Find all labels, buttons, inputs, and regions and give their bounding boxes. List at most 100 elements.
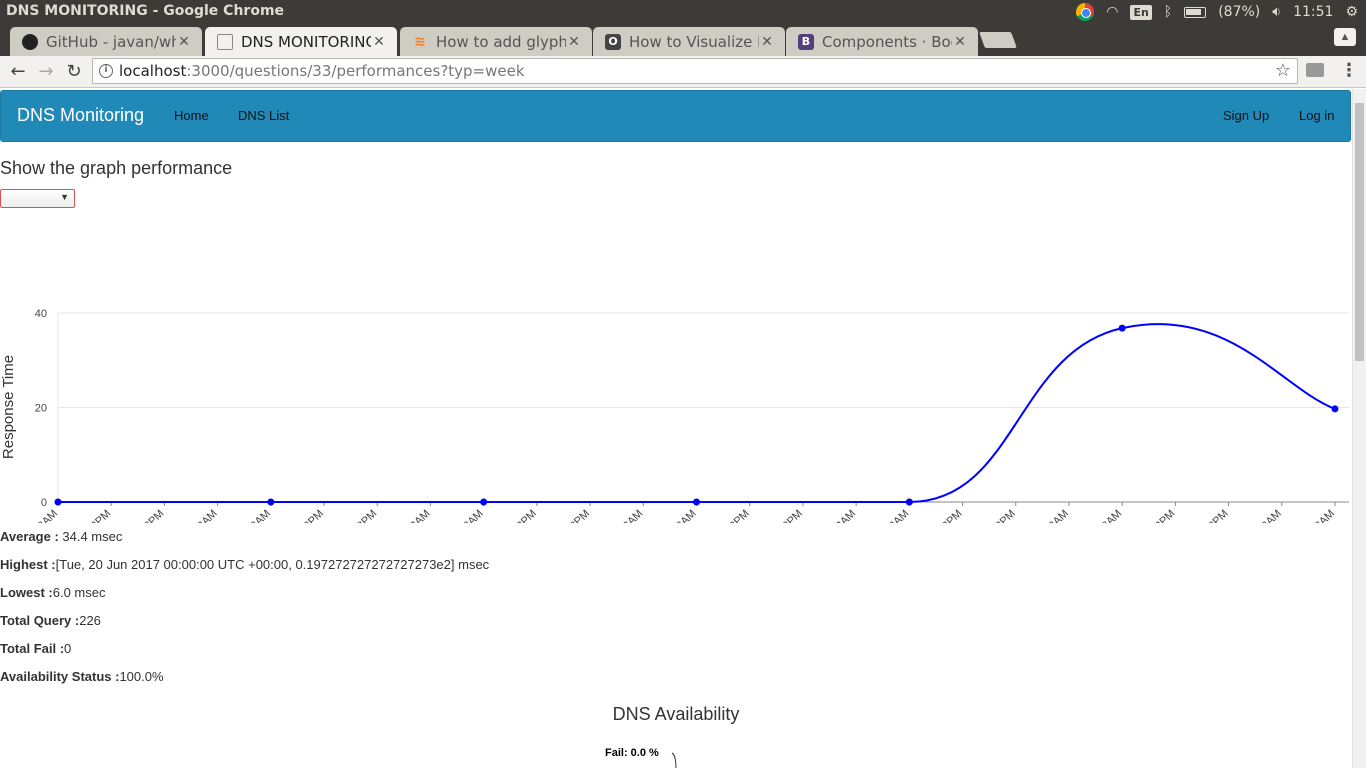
x-tick-label: Jun 18, 2PM — [913, 508, 965, 523]
x-tick-label: Jun 17, 2PM — [700, 508, 752, 523]
x-tick-label: Jun 18, 8PM — [966, 508, 1018, 523]
chrome-icon[interactable] — [1076, 3, 1095, 21]
page-viewport: DNS Monitoring Home DNS List Sign Up Log… — [0, 89, 1352, 768]
y-tick-label: 0 — [41, 497, 47, 509]
y-tick-label: 40 — [35, 308, 47, 320]
tab-title: GitHub - javan/whe — [46, 32, 176, 51]
x-tick-label: Jun 15, 2AM — [168, 508, 220, 523]
browser-tab[interactable]: GitHub - javan/whe ✕ — [10, 27, 202, 56]
wifi-icon[interactable]: ◠ — [1106, 4, 1118, 20]
nav-link-sign-up[interactable]: Sign Up — [1223, 108, 1269, 123]
stat-total-fail: Total Fail :0 — [0, 641, 71, 656]
close-tab-icon[interactable]: ✕ — [759, 34, 775, 50]
bootstrap-icon: B — [798, 33, 814, 50]
x-tick-label: Jun 19, 8AM — [1072, 508, 1124, 523]
stat-value: 100.0% — [119, 669, 164, 684]
close-tab-icon[interactable]: ✕ — [952, 34, 968, 50]
x-tick-label: Jun 16, 2PM — [487, 508, 539, 523]
battery-icon[interactable] — [1184, 6, 1207, 18]
clock[interactable]: 11:51 — [1293, 4, 1333, 20]
availability-chart-title: DNS Availability — [612, 704, 740, 724]
x-tick-label: Jun 16, 8PM — [540, 508, 592, 523]
reload-icon[interactable]: ↻ — [62, 60, 86, 84]
stat-value: 226 — [79, 613, 101, 628]
close-tab-icon[interactable]: ✕ — [371, 34, 387, 50]
browser-tab-active[interactable]: DNS MONITORING ✕ — [205, 27, 397, 56]
period-select[interactable]: ▼ — [0, 189, 75, 208]
x-tick-label: Jun 17, 8PM — [753, 508, 805, 523]
settings-gear-icon[interactable]: ⚙ — [1345, 4, 1358, 20]
new-tab-button[interactable] — [979, 32, 1017, 48]
address-bar[interactable]: i localhost:3000/questions/33/performanc… — [92, 58, 1298, 84]
profile-icon[interactable]: ▲ — [1334, 28, 1356, 46]
page-heading: Show the graph performance — [0, 158, 233, 178]
forward-arrow-icon[interactable]: → — [34, 60, 58, 84]
browser-tab[interactable]: O How to Visualize D ✕ — [593, 27, 785, 56]
stat-label: Total Query : — [0, 613, 80, 628]
scrollbar-thumb[interactable] — [1355, 103, 1364, 361]
bookmark-star-icon[interactable]: ☆ — [1275, 59, 1291, 83]
x-tick-label: Jun 18, 8AM — [859, 508, 911, 523]
tab-title: Components · Boot — [822, 32, 952, 51]
info-icon[interactable]: i — [99, 64, 113, 78]
x-tick-label: Jun 17, 2AM — [593, 508, 645, 523]
x-tick-label: Jun 16, 2AM — [380, 508, 432, 523]
y-tick-label: 20 — [35, 403, 47, 415]
tab-title: How to Visualize D — [629, 32, 759, 51]
x-tick-label: Jun 19, 2PM — [1125, 508, 1177, 523]
x-tick-label: Jun 14, 8PM — [114, 508, 166, 523]
close-tab-icon[interactable]: ✕ — [176, 34, 192, 50]
data-point — [1331, 405, 1339, 413]
nav-link-log-in[interactable]: Log in — [1299, 108, 1334, 123]
stat-label: Highest : — [0, 557, 56, 572]
browser-tab[interactable]: B Components · Boot ✕ — [786, 27, 978, 56]
x-tick-label: Jun 19, 2AM — [1019, 508, 1071, 523]
stat-value: 0 — [64, 641, 72, 656]
stat-average: Average : 34.4 msec — [0, 529, 122, 544]
close-tab-icon[interactable]: ✕ — [566, 34, 582, 50]
data-point — [267, 498, 275, 506]
x-tick-label: Jun 20, 2AM — [1232, 508, 1284, 523]
stat-value: 34.4 msec — [62, 529, 123, 544]
o-icon: O — [605, 33, 621, 50]
x-tick-label: Jun 15, 8PM — [327, 508, 379, 523]
document-icon — [217, 33, 233, 50]
menu-kebab-icon[interactable]: ⋮ — [1340, 60, 1358, 81]
stat-value: [Tue, 20 Jun 2017 00:00:00 UTC +00:00, 0… — [55, 557, 490, 572]
volume-icon[interactable]: 🔉︎ — [1272, 4, 1281, 20]
url-path: :3000/questions/33/performances?typ=week — [186, 62, 525, 80]
browser-toolbar: ← → ↻ i localhost:3000/questions/33/perf… — [0, 56, 1366, 88]
data-point — [54, 498, 62, 506]
data-point — [1118, 324, 1126, 332]
tab-title: How to add glyphic — [436, 32, 566, 51]
pie-slice-label-fail: Fail: 0.0 % — [605, 747, 659, 759]
github-icon — [22, 33, 38, 50]
back-arrow-icon[interactable]: ← — [6, 60, 30, 84]
chevron-down-icon: ▼ — [60, 192, 69, 202]
stat-availability-status: Availability Status :100.0% — [0, 669, 164, 684]
brand-link[interactable]: DNS Monitoring — [17, 105, 144, 126]
stat-label: Average : — [0, 529, 63, 544]
stat-highest: Highest :[Tue, 20 Jun 2017 00:00:00 UTC … — [0, 557, 489, 572]
stat-label: Availability Status : — [0, 669, 120, 684]
battery-percent[interactable]: (87%) — [1218, 4, 1260, 20]
extension-icon[interactable] — [1306, 63, 1324, 77]
x-tick-label: Jun 16, 8AM — [434, 508, 486, 523]
site-navbar: DNS Monitoring Home DNS List Sign Up Log… — [0, 90, 1351, 142]
data-point — [693, 498, 700, 506]
response-time-chart: 02040Jun 14, 8AMJun 14, 2PMJun 14, 8PMJu… — [0, 308, 1349, 523]
keyboard-layout-indicator[interactable]: En — [1130, 4, 1152, 20]
nav-link-home[interactable]: Home — [174, 108, 209, 123]
x-tick-label: Jun 15, 8AM — [221, 508, 273, 523]
nav-link-dns-list[interactable]: DNS List — [238, 108, 289, 123]
data-point — [480, 498, 488, 506]
browser-tab-strip: GitHub - javan/whe ✕ DNS MONITORING ✕ ≋ … — [0, 24, 1366, 56]
os-top-bar: DNS MONITORING - Google Chrome ◠ En ᛒ (8… — [0, 0, 1366, 24]
vertical-scrollbar[interactable] — [1352, 89, 1366, 768]
x-tick-label: Jun 20, 8AM — [1285, 508, 1337, 523]
tab-title: DNS MONITORING — [241, 32, 371, 51]
bluetooth-icon[interactable]: ᛒ — [1164, 4, 1172, 20]
y-axis-label: Response Time — [0, 355, 17, 459]
x-tick-label: Jun 14, 2PM — [61, 508, 113, 523]
browser-tab[interactable]: ≋ How to add glyphic ✕ — [400, 27, 592, 56]
